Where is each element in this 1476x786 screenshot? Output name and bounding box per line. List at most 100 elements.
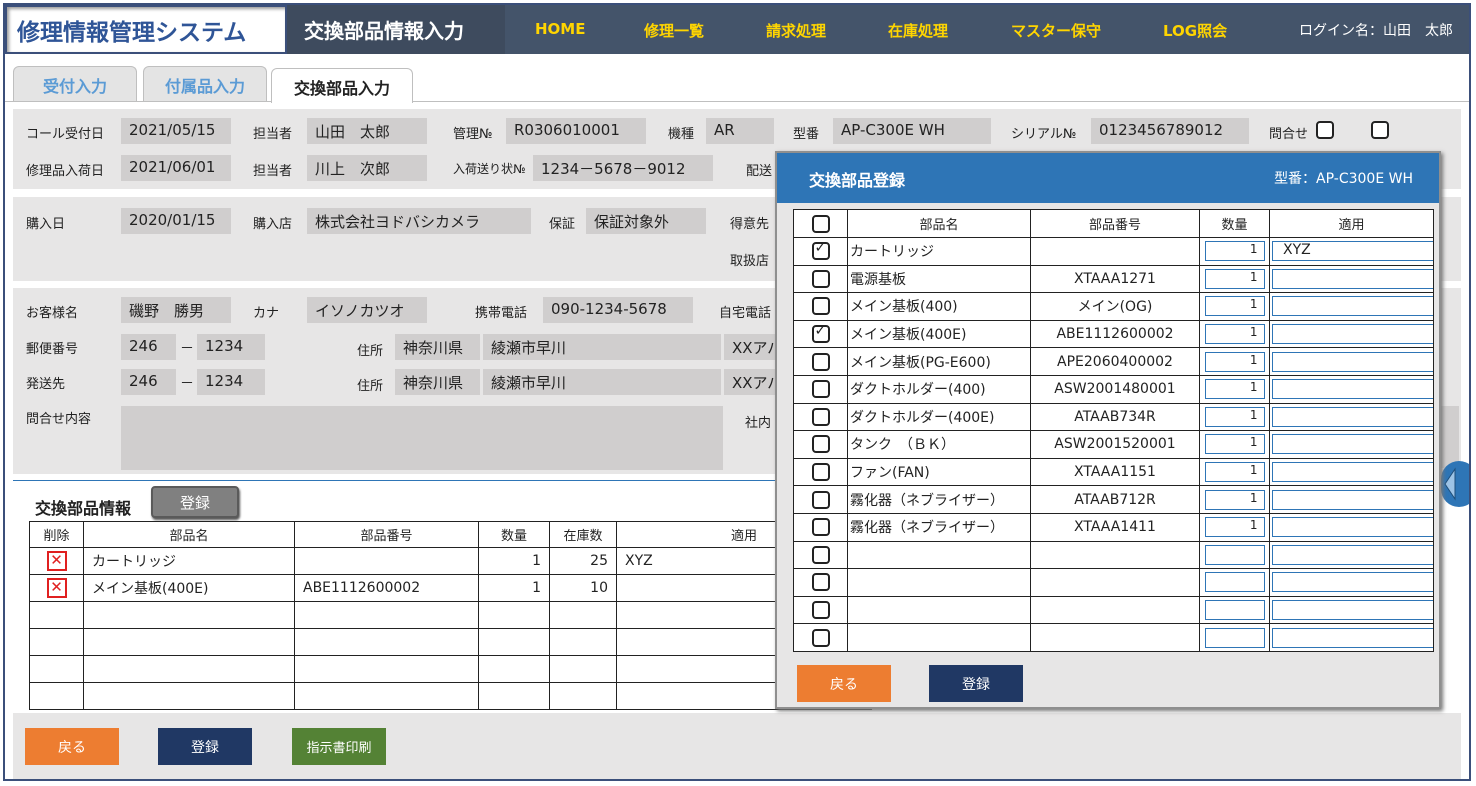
row-checkbox[interactable] bbox=[811, 407, 830, 426]
tab-parts[interactable]: 交換部品入力 bbox=[271, 68, 413, 103]
mobile-field[interactable]: 090-1234-5678 bbox=[543, 297, 693, 323]
row-checkbox[interactable] bbox=[811, 518, 830, 537]
delete-icon[interactable]: ✕ bbox=[46, 578, 67, 598]
serial-field[interactable]: 0123456789012 bbox=[1091, 118, 1249, 144]
row-checkbox[interactable] bbox=[811, 240, 830, 261]
ship-city-field[interactable]: 綾瀬市早川 bbox=[483, 369, 721, 395]
tab-reception[interactable]: 受付入力 bbox=[13, 66, 137, 101]
row-checkbox[interactable] bbox=[811, 323, 830, 344]
qty-input[interactable]: 1 bbox=[1204, 379, 1265, 400]
call-date-field[interactable]: 2021/05/15 bbox=[121, 118, 231, 144]
nav-home[interactable]: HOME bbox=[535, 20, 585, 38]
customer-name-field[interactable]: 磯野 勝男 bbox=[121, 297, 231, 323]
apply-input[interactable] bbox=[1272, 627, 1433, 648]
qty-input[interactable]: 1 bbox=[1204, 296, 1265, 317]
city-field[interactable]: 綾瀬市早川 bbox=[483, 334, 721, 360]
app-title[interactable]: 修理情報管理システム bbox=[5, 5, 287, 54]
qty-input[interactable] bbox=[1204, 627, 1265, 648]
page-title: 交換部品情報入力 bbox=[287, 5, 505, 54]
row-checkbox[interactable] bbox=[811, 573, 830, 592]
apply-input[interactable] bbox=[1272, 379, 1433, 400]
arrival-field[interactable]: 2021/06/01 bbox=[121, 155, 231, 181]
zip2-field[interactable]: 1234 bbox=[197, 334, 265, 360]
inquiry-checkbox-1[interactable] bbox=[1316, 121, 1334, 139]
store-field[interactable]: 株式会社ヨドバシカメラ bbox=[307, 208, 531, 234]
waybill-field[interactable]: 1234－5678－9012 bbox=[533, 155, 713, 181]
inquiry-checkbox-2[interactable] bbox=[1371, 121, 1389, 139]
register-button[interactable]: 登録 bbox=[158, 728, 252, 765]
model-type-field[interactable]: AR bbox=[706, 118, 774, 144]
parts-register-button[interactable]: 登録 bbox=[151, 486, 239, 518]
row-checkbox[interactable] bbox=[811, 545, 830, 564]
warranty-field[interactable]: 保証対象外 bbox=[586, 208, 706, 234]
qty-input[interactable]: 1 bbox=[1204, 434, 1265, 455]
nav-inventory[interactable]: 在庫処理 bbox=[888, 20, 948, 41]
qty-input[interactable]: 1 bbox=[1204, 517, 1265, 538]
qty-input[interactable]: 1 bbox=[1204, 268, 1265, 289]
tab-accessories[interactable]: 付属品入力 bbox=[143, 66, 267, 101]
dialog-part-number: ASW2001480001 bbox=[1030, 374, 1200, 404]
ship-address-label: 住所 bbox=[357, 379, 384, 394]
ship-zip1-field[interactable]: 246 bbox=[121, 369, 176, 395]
dialog-part-number bbox=[1030, 568, 1200, 597]
row-checkbox[interactable] bbox=[811, 269, 830, 288]
qty-input[interactable]: 1 bbox=[1204, 462, 1265, 483]
row-checkbox[interactable] bbox=[811, 490, 830, 509]
apply-input[interactable] bbox=[1272, 462, 1433, 483]
internal-field[interactable] bbox=[1441, 406, 1459, 468]
apply-input[interactable] bbox=[1272, 324, 1433, 345]
scroll-arrow-icon[interactable] bbox=[1441, 461, 1469, 507]
qty-input[interactable]: 1 bbox=[1204, 324, 1265, 345]
qty-input[interactable]: 1 bbox=[1204, 351, 1265, 372]
select-all-checkbox[interactable] bbox=[811, 214, 830, 233]
inquiry-content-field[interactable] bbox=[121, 406, 723, 470]
pref-field[interactable]: 神奈川県 bbox=[395, 334, 480, 360]
ship-pref-field[interactable]: 神奈川県 bbox=[395, 369, 480, 395]
row-checkbox[interactable] bbox=[811, 435, 830, 454]
dialog-header: 交換部品登録 型番：AP-C300E WH bbox=[777, 153, 1439, 203]
qty-input[interactable] bbox=[1204, 600, 1265, 621]
row-checkbox[interactable] bbox=[811, 601, 830, 620]
purchase-date-field[interactable]: 2020/01/15 bbox=[121, 208, 231, 234]
dialog-back-button[interactable]: 戻る bbox=[797, 665, 891, 702]
nav-log[interactable]: LOG照会 bbox=[1163, 20, 1227, 41]
dialog-register-button[interactable]: 登録 bbox=[929, 665, 1023, 702]
row-checkbox[interactable] bbox=[811, 380, 830, 399]
apply-input[interactable] bbox=[1272, 600, 1433, 621]
staff-field[interactable]: 山田 太郎 bbox=[307, 118, 427, 144]
qty-input[interactable]: 1 bbox=[1204, 489, 1265, 510]
apply-input[interactable]: XYZ bbox=[1272, 241, 1433, 262]
zip1-field[interactable]: 246 bbox=[121, 334, 176, 360]
apply-input[interactable] bbox=[1272, 517, 1433, 538]
mgmt-no-field[interactable]: R0306010001 bbox=[506, 118, 646, 144]
row-checkbox[interactable] bbox=[811, 463, 830, 482]
nav-billing[interactable]: 請求処理 bbox=[766, 20, 826, 41]
apply-input[interactable] bbox=[1272, 296, 1433, 317]
nav-master[interactable]: マスター保守 bbox=[1011, 20, 1101, 41]
qty-input[interactable]: 1 bbox=[1204, 406, 1265, 427]
row-checkbox[interactable] bbox=[811, 628, 830, 647]
apply-input[interactable] bbox=[1272, 351, 1433, 372]
apply-input[interactable] bbox=[1272, 268, 1433, 289]
nav-repair-list[interactable]: 修理一覧 bbox=[644, 20, 704, 41]
qty-input[interactable] bbox=[1204, 544, 1265, 565]
delete-icon[interactable]: ✕ bbox=[46, 551, 67, 571]
apply-input[interactable] bbox=[1272, 434, 1433, 455]
apply-input[interactable] bbox=[1272, 544, 1433, 565]
row-checkbox[interactable] bbox=[811, 297, 830, 316]
apply-input[interactable] bbox=[1272, 572, 1433, 593]
print-instruction-button[interactable]: 指示書印刷 bbox=[292, 728, 386, 765]
qty-input[interactable] bbox=[1204, 572, 1265, 593]
apply-input[interactable] bbox=[1272, 406, 1433, 427]
kana-field[interactable]: イソノカツオ bbox=[307, 297, 427, 323]
model-no-field[interactable]: AP-C300E WH bbox=[833, 118, 991, 144]
row-checkbox[interactable] bbox=[811, 352, 830, 371]
staff2-field[interactable]: 川上 次郎 bbox=[307, 155, 427, 181]
back-button[interactable]: 戻る bbox=[25, 728, 119, 765]
internal-label: 社内 bbox=[745, 416, 772, 431]
qty-input[interactable]: 1 bbox=[1204, 241, 1265, 262]
ship-zip2-field[interactable]: 1234 bbox=[197, 369, 265, 395]
customer-name-label: お客様名 bbox=[26, 306, 79, 321]
apply-input[interactable] bbox=[1272, 489, 1433, 510]
dialog-part-name bbox=[847, 623, 1031, 652]
